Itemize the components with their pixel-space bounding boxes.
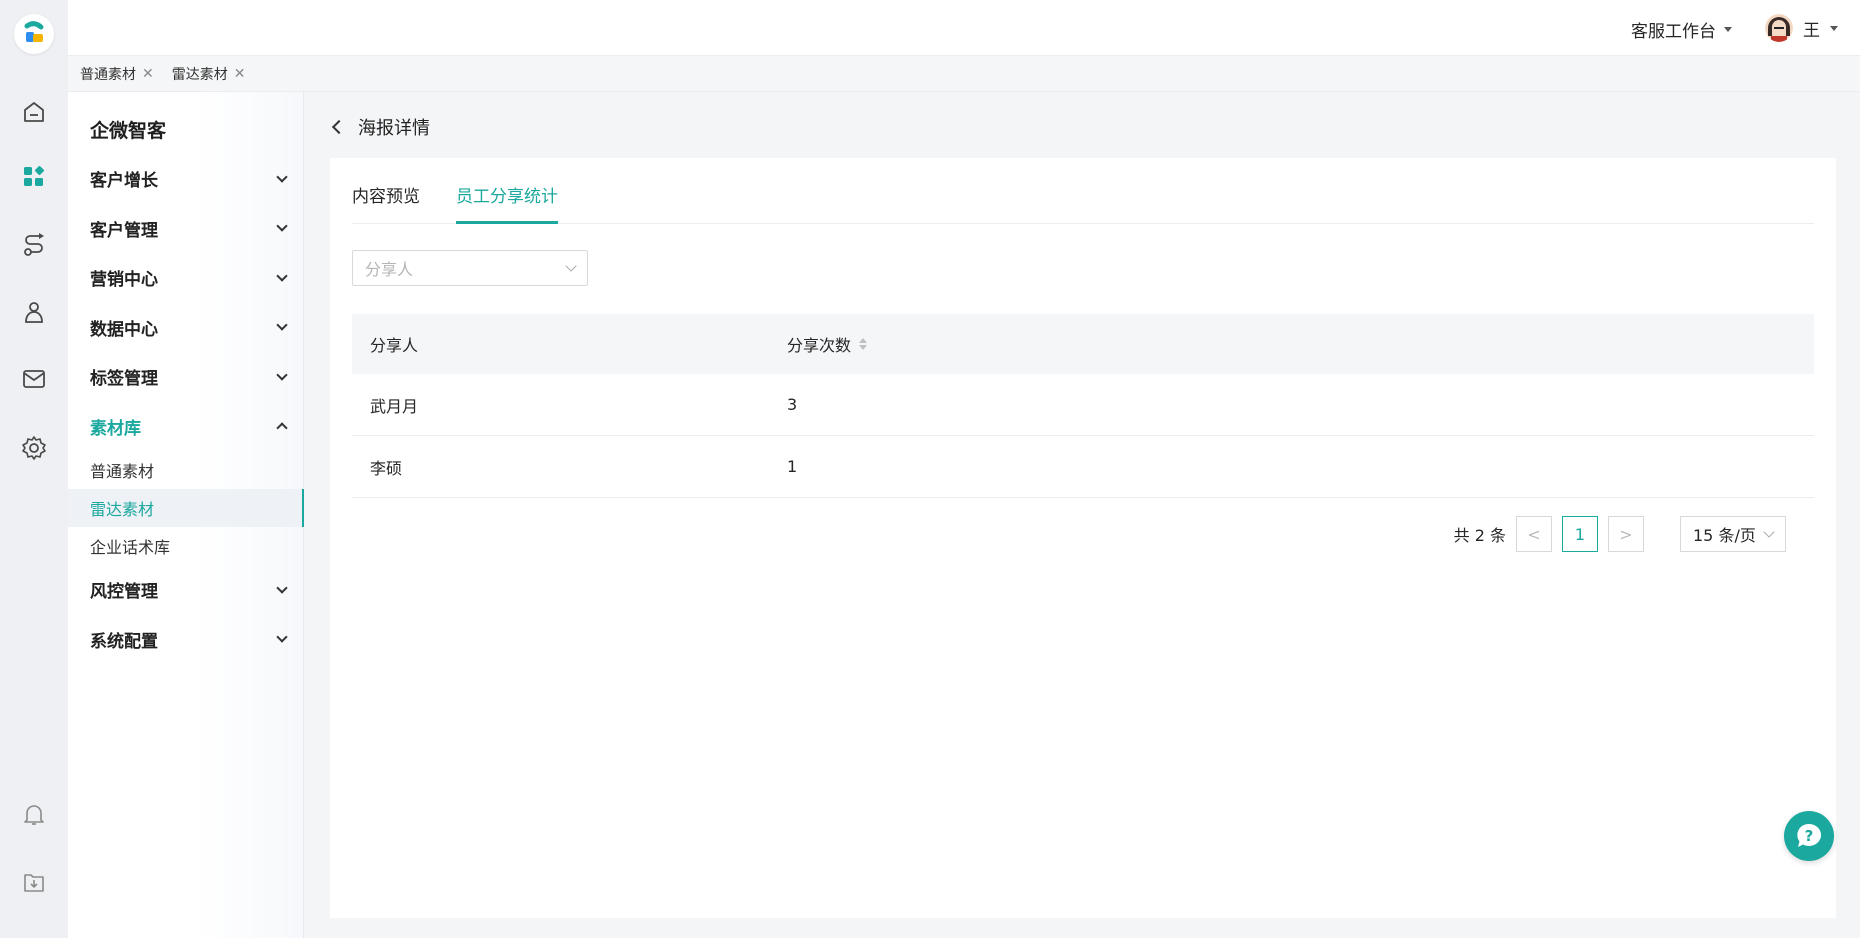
sidebar-item-label: 客户管理 <box>90 220 158 241</box>
sidebar-item-label: 营销中心 <box>90 270 158 291</box>
mail-icon[interactable] <box>20 365 48 393</box>
app-logo-icon[interactable] <box>14 14 54 54</box>
cell-share-count: 3 <box>787 395 798 414</box>
chevron-down-icon <box>1763 525 1775 538</box>
sort-icon[interactable] <box>859 338 868 350</box>
apps-icon[interactable] <box>20 163 48 191</box>
sidebar-item-material-library[interactable]: 素材库 <box>68 402 304 452</box>
cell-share-count: 1 <box>787 457 798 476</box>
chevron-down-icon <box>276 631 288 643</box>
workspace-switcher[interactable]: 客服工作台 <box>1631 17 1732 42</box>
settings-icon[interactable] <box>20 434 48 462</box>
tab-share-stats[interactable]: 员工分享统计 <box>456 182 558 224</box>
sidebar-item-system-config[interactable]: 系统配置 <box>68 615 304 665</box>
sidebar-item-risk-control[interactable]: 风控管理 <box>68 565 304 615</box>
column-header-share-count[interactable]: 分享次数 <box>787 332 1814 356</box>
cell-sharer: 李硕 <box>370 458 403 478</box>
sharer-select[interactable]: 分享人 <box>352 250 588 286</box>
page-button-current[interactable]: 1 <box>1562 516 1598 552</box>
content-tabs: 内容预览 员工分享统计 <box>352 158 1814 224</box>
icon-rail <box>0 0 68 938</box>
home-icon[interactable] <box>20 98 48 126</box>
sidebar-item-data-center[interactable]: 数据中心 <box>68 303 304 353</box>
avatar <box>1765 14 1793 42</box>
customer-icon[interactable] <box>20 298 48 326</box>
caret-down-icon <box>1724 27 1732 32</box>
cell-sharer: 武月月 <box>370 396 419 416</box>
top-header: 客服工作台 王 <box>68 0 1860 56</box>
sidebar-item-customer-management[interactable]: 客户管理 <box>68 204 304 254</box>
sidebar-menu: 客户增长 客户管理 营销中心 数据中心 标签管理 素材库 普通素材 雷达素材 企… <box>68 154 304 664</box>
sidebar-item-label: 系统配置 <box>90 631 158 652</box>
sidebar-subitem-label: 雷达素材 <box>90 500 155 519</box>
page-tab-label: 雷达素材 <box>171 66 228 83</box>
sidebar-subitem-label: 普通素材 <box>90 462 155 481</box>
sidebar-subitem-radar-material[interactable]: 雷达素材 <box>68 489 304 527</box>
column-header-sharer: 分享人 <box>370 336 419 355</box>
sidebar-item-customer-growth[interactable]: 客户增长 <box>68 154 304 204</box>
table-header: 分享人 分享次数 <box>352 314 1814 374</box>
next-page-button[interactable]: > <box>1608 516 1644 552</box>
user-menu[interactable]: 王 <box>1765 14 1838 42</box>
page-size-select[interactable]: 15 条/页 <box>1680 516 1786 552</box>
close-icon[interactable]: ✕ <box>234 66 246 82</box>
pagination-total: 共 2 条 <box>1453 526 1506 545</box>
download-icon[interactable] <box>20 868 48 896</box>
route-icon[interactable] <box>20 231 48 259</box>
bell-icon[interactable] <box>20 800 48 828</box>
sidebar-item-tag-management[interactable]: 标签管理 <box>68 352 304 402</box>
help-glyph: ? <box>1805 827 1814 845</box>
pagination: 共 2 条 < 1 > 15 条/页 <box>1454 516 1786 552</box>
sidebar-subitem-label: 企业话术库 <box>90 538 171 557</box>
sidebar-subitem-script-library[interactable]: 企业话术库 <box>68 527 304 565</box>
chevron-left-icon <box>331 119 347 135</box>
chevron-down-icon <box>276 582 288 594</box>
chevron-down-icon <box>276 319 288 331</box>
sidebar: 企微智客 客户增长 客户管理 营销中心 数据中心 标签管理 素材库 普通素材 雷… <box>68 92 304 938</box>
user-name: 王 <box>1803 20 1820 41</box>
chevron-down-icon <box>276 369 288 381</box>
page-size-label: 15 条/页 <box>1693 526 1756 545</box>
page-title: 海报详情 <box>358 118 430 139</box>
tab-content-preview[interactable]: 内容预览 <box>352 182 420 221</box>
help-chat-icon[interactable]: ? <box>1784 811 1834 861</box>
close-icon[interactable]: ✕ <box>142 66 154 82</box>
sidebar-brand: 企微智客 <box>90 120 167 142</box>
sidebar-item-marketing-center[interactable]: 营销中心 <box>68 253 304 303</box>
chevron-down-icon <box>276 220 288 232</box>
column-header-label: 分享次数 <box>787 336 852 355</box>
caret-down-icon <box>1830 25 1838 31</box>
back-button[interactable]: 海报详情 <box>331 114 430 140</box>
prev-page-button[interactable]: < <box>1516 516 1552 552</box>
sharer-select-placeholder: 分享人 <box>365 260 414 279</box>
page-tab-radar-material[interactable]: 雷达素材 ✕ <box>172 64 246 84</box>
chevron-down-icon <box>565 259 577 272</box>
page-tab-label: 普通素材 <box>80 66 136 83</box>
main-content: 海报详情 内容预览 员工分享统计 分享人 分享人 分享次数 武月月 3 李硕 1… <box>304 92 1860 938</box>
sidebar-item-label: 客户增长 <box>90 171 158 192</box>
table-row: 李硕 1 <box>352 436 1814 498</box>
sidebar-item-label: 素材库 <box>90 418 141 439</box>
chevron-down-icon <box>276 270 288 282</box>
sidebar-item-label: 标签管理 <box>90 369 158 390</box>
sidebar-subitem-normal-material[interactable]: 普通素材 <box>68 451 304 489</box>
chevron-up-icon <box>276 422 288 434</box>
workspace-label: 客服工作台 <box>1631 22 1716 42</box>
sidebar-item-label: 风控管理 <box>90 582 158 603</box>
page-tab-normal-material[interactable]: 普通素材 ✕ <box>80 64 154 84</box>
page-tabs-bar: 普通素材 ✕ 雷达素材 ✕ <box>68 56 1860 92</box>
sidebar-item-label: 数据中心 <box>90 319 158 340</box>
table-row: 武月月 3 <box>352 374 1814 436</box>
content-card: 内容预览 员工分享统计 分享人 分享人 分享次数 武月月 3 李硕 1 共 2 … <box>330 158 1836 918</box>
share-stats-table: 分享人 分享次数 武月月 3 李硕 1 <box>352 314 1814 498</box>
chevron-down-icon <box>276 171 288 183</box>
